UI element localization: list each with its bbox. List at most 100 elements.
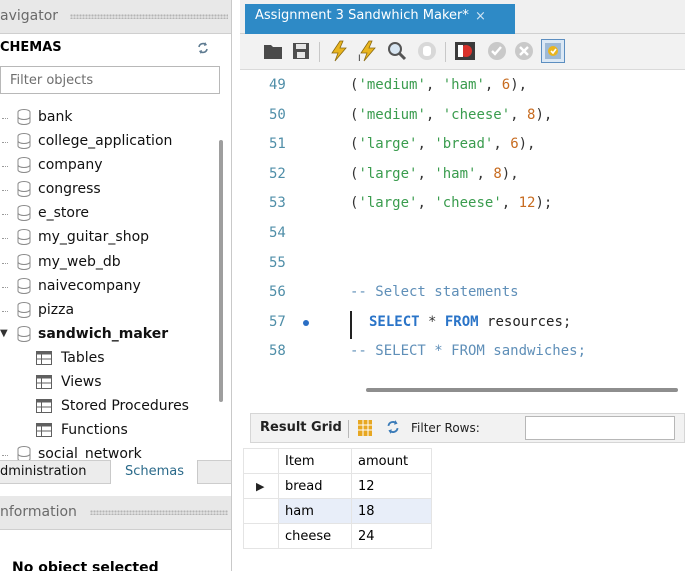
schema-item-congress[interactable]: congress: [0, 178, 222, 202]
schemas-section-header: CHEMAS: [0, 34, 231, 62]
tree-connector[interactable]: [2, 286, 8, 288]
tree-connector[interactable]: [2, 190, 8, 192]
line-number: 50: [269, 106, 286, 123]
open-file-icon[interactable]: [262, 40, 284, 62]
close-icon[interactable]: ×: [475, 9, 486, 24]
code-line[interactable]: 49 ('medium', 'ham', 6),: [240, 74, 685, 98]
result-grid-tab[interactable]: Result Grid: [260, 420, 342, 435]
code-line[interactable]: 54: [240, 222, 685, 246]
code-line[interactable]: 56 -- Select statements: [240, 281, 685, 305]
code-text: ('large', 'ham', 8),: [350, 165, 519, 182]
schema-item-college_application[interactable]: college_application: [0, 130, 222, 154]
tab-assignment-3[interactable]: Assignment 3 Sandwhich Maker* ×: [245, 4, 515, 34]
table-row[interactable]: ▶ bread 12: [243, 473, 432, 499]
grid-form-icon[interactable]: [358, 420, 372, 436]
schema-label: bank: [38, 109, 73, 125]
rollback-icon[interactable]: [513, 40, 535, 62]
cell-item[interactable]: ham: [278, 498, 352, 524]
current-statement-marker-icon: [303, 319, 309, 326]
filter-rows-label: Filter Rows:: [411, 421, 480, 435]
tree-item-label: Functions: [61, 422, 128, 439]
database-icon: [17, 205, 31, 222]
schema-label: congress: [38, 181, 101, 198]
result-grid-header: Item amount: [243, 448, 432, 474]
code-line[interactable]: 53 ('large', 'cheese', 12);: [240, 192, 685, 216]
toolbar-separator: [445, 42, 446, 62]
column-header-amount[interactable]: amount: [351, 448, 432, 474]
information-title: nformation: [0, 504, 77, 520]
code-line[interactable]: 50 ('medium', 'cheese', 8),: [240, 104, 685, 128]
execute-current-icon[interactable]: I: [357, 40, 379, 64]
tree-item-views[interactable]: Views: [0, 371, 222, 395]
code-line[interactable]: 57 SELECT * FROM resources;: [240, 310, 685, 339]
database-icon: [17, 277, 31, 294]
tree-connector[interactable]: [2, 118, 8, 119]
database-icon: [17, 133, 31, 150]
refresh-icon[interactable]: [385, 419, 401, 439]
schema-label: college_application: [38, 133, 173, 150]
cell-amount[interactable]: 12: [351, 473, 432, 499]
schema-item-sandwich_maker[interactable]: ▼ sandwich_maker: [0, 323, 222, 347]
svg-text:I: I: [358, 54, 361, 62]
line-number: 56: [269, 284, 286, 301]
tree-connector[interactable]: [2, 455, 8, 457]
schema-label: my_web_db: [38, 253, 121, 270]
line-number: 49: [269, 77, 286, 93]
database-icon: [17, 157, 31, 174]
cell-item[interactable]: bread: [278, 473, 352, 499]
table-row[interactable]: cheese 24: [243, 523, 432, 549]
table-row[interactable]: ham 18: [243, 498, 432, 524]
toggle-error-icon[interactable]: [454, 40, 476, 62]
schema-item-naivecompany[interactable]: naivecompany: [0, 275, 222, 299]
navigator-header: avigator: [0, 0, 231, 34]
tab-administration[interactable]: dministration: [0, 461, 86, 483]
tree-item-tables[interactable]: Tables: [0, 347, 222, 371]
database-icon: [17, 325, 31, 342]
tree-item-stored-procedures[interactable]: Stored Procedures: [0, 395, 222, 419]
cell-amount[interactable]: 18: [351, 498, 432, 524]
database-icon: [17, 301, 31, 318]
cell-item[interactable]: cheese: [278, 523, 352, 549]
filter-objects-field[interactable]: [0, 66, 220, 94]
navigator-scrollbar[interactable]: [219, 140, 223, 402]
cell-amount[interactable]: 24: [351, 523, 432, 549]
save-icon[interactable]: [290, 40, 312, 62]
result-grid: Item amount ▶ bread 12 ham 18 cheese 24: [243, 448, 432, 549]
stop-icon[interactable]: [416, 40, 438, 62]
schema-label: pizza: [38, 301, 75, 318]
tree-item-functions[interactable]: Functions: [0, 419, 222, 443]
horizontal-scrollbar[interactable]: [366, 388, 678, 392]
sql-editor[interactable]: 49 ('medium', 'ham', 6), 50 ('medium', 'che…: [240, 70, 685, 375]
code-text: ('medium', 'ham', 6),: [350, 77, 528, 93]
code-line[interactable]: 58 -- SELECT * FROM sandwiches;: [240, 340, 685, 364]
tree-connector[interactable]: [2, 166, 8, 168]
tree-item-label: Views: [61, 374, 102, 391]
tree-connector[interactable]: [2, 310, 8, 312]
filter-rows-input[interactable]: [525, 416, 675, 440]
schema-item-company[interactable]: company: [0, 154, 222, 178]
tree-connector[interactable]: [2, 262, 8, 264]
autocommit-icon[interactable]: [541, 39, 565, 63]
column-header-item[interactable]: Item: [278, 448, 352, 474]
schema-item-e_store[interactable]: e_store: [0, 202, 222, 226]
commit-icon[interactable]: [486, 40, 508, 62]
execute-icon[interactable]: [328, 40, 350, 62]
filter-objects-input[interactable]: [10, 68, 210, 92]
chevron-down-icon[interactable]: ▼: [0, 328, 8, 339]
code-line[interactable]: 51 ('large', 'bread', 6),: [240, 133, 685, 157]
explain-icon[interactable]: [386, 40, 408, 62]
schema-item-my_web_db[interactable]: my_web_db: [0, 251, 222, 275]
schema-item-my_guitar_shop[interactable]: my_guitar_shop: [0, 226, 222, 250]
code-line[interactable]: 52 ('large', 'ham', 8),: [240, 163, 685, 187]
tree-connector[interactable]: [2, 142, 8, 144]
tree-connector[interactable]: [2, 214, 8, 216]
navigator-panel: avigator CHEMAS bank college_applicationc…: [0, 0, 232, 571]
editor-horizontal-scroll: [240, 376, 685, 404]
schema-item-pizza[interactable]: pizza: [0, 299, 222, 323]
tab-schemas[interactable]: Schemas: [110, 460, 198, 484]
schema-label: sandwich_maker: [38, 325, 169, 342]
refresh-icon[interactable]: [196, 41, 210, 55]
schema-item-bank[interactable]: bank: [0, 106, 222, 130]
code-line[interactable]: 55: [240, 252, 685, 276]
tree-connector[interactable]: [2, 238, 8, 240]
